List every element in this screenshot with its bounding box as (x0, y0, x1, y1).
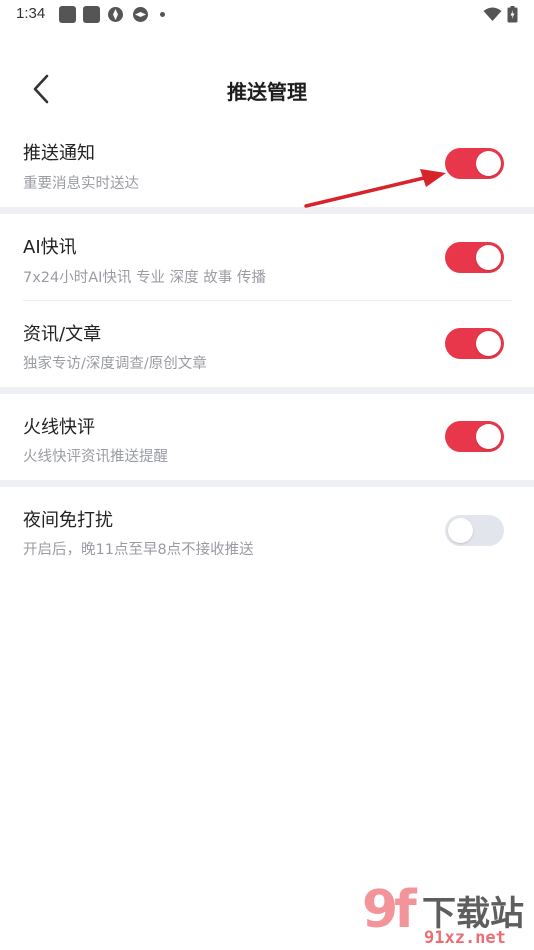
setting-subtitle: 重要消息实时送达 (23, 176, 139, 192)
page-title: 推送管理 (227, 80, 307, 104)
wifi-icon (483, 7, 502, 21)
toggle-knob (476, 331, 501, 356)
aperture-icon (108, 7, 123, 22)
section-gap (0, 387, 534, 394)
news-articles-toggle[interactable] (445, 328, 504, 359)
do-not-disturb-toggle[interactable] (445, 515, 504, 546)
battery-icon (507, 6, 518, 23)
push-notifications-toggle[interactable] (445, 148, 504, 179)
setting-subtitle: 开启后，晚11点至早8点不接收推送 (23, 542, 254, 558)
toggle-knob (448, 518, 473, 543)
setting-subtitle: 火线快评资讯推送提醒 (23, 449, 168, 465)
nav-bar: 推送管理 (0, 62, 534, 116)
setting-push-notifications: 推送通知 重要消息实时送达 (0, 118, 534, 206)
ai-flash-toggle[interactable] (445, 242, 504, 273)
setting-title: 夜间免打扰 (23, 510, 113, 531)
setting-do-not-disturb: 夜间免打扰 开启后，晚11点至早8点不接收推送 (0, 487, 534, 573)
setting-title: 资讯/文章 (23, 324, 102, 345)
setting-quick-commentary: 火线快评 火线快评资讯推送提醒 (0, 394, 534, 480)
site-watermark: 9f 下载站 91xz.net (360, 878, 530, 950)
setting-news-articles: 资讯/文章 独家专访/深度调查/原创文章 (0, 301, 534, 387)
toggle-knob (476, 424, 501, 449)
toggle-knob (476, 151, 501, 176)
status-time: 1:34 (16, 5, 46, 22)
watermark-url: 91xz.net (424, 928, 506, 948)
quick-commentary-toggle[interactable] (445, 421, 504, 452)
more-notifications-icon (160, 12, 165, 17)
section-gap (0, 480, 534, 487)
setting-title: 火线快评 (23, 417, 95, 438)
setting-title: 推送通知 (23, 143, 95, 164)
setting-subtitle: 7x24小时AI快讯 专业 深度 故事 传播 (23, 270, 266, 286)
setting-subtitle: 独家专访/深度调查/原创文章 (23, 356, 207, 372)
status-bar: 1:34 (0, 0, 534, 30)
aperture-icon (133, 7, 148, 22)
watermark-logo: 9f (362, 880, 417, 940)
notification-icon (59, 6, 76, 23)
notification-icon (83, 6, 100, 23)
annotation-arrow-icon (304, 169, 446, 208)
setting-ai-flash: AI快讯 7x24小时AI快讯 专业 深度 故事 传播 (0, 214, 534, 300)
toggle-knob (476, 245, 501, 270)
setting-title: AI快讯 (23, 237, 77, 258)
section-gap (0, 207, 534, 214)
